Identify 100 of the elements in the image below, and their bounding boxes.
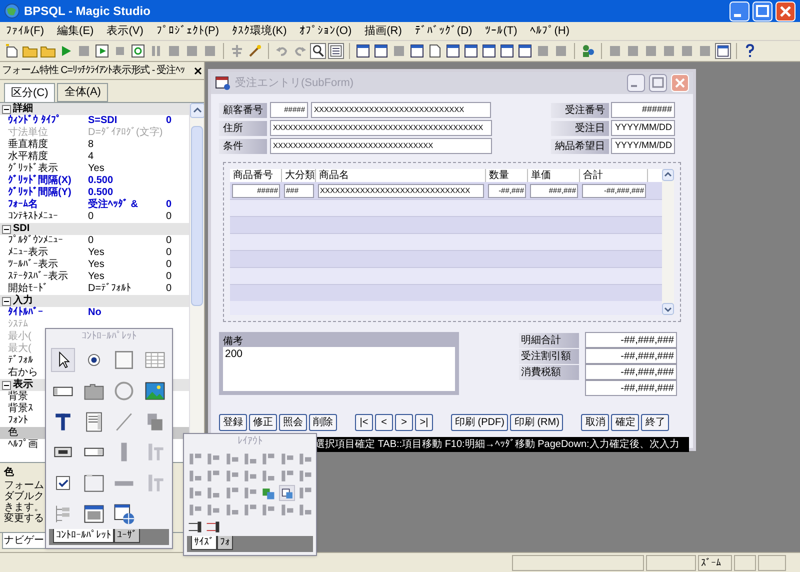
property-name[interactable]: ｺﾝﾃｷｽﾄﾒﾆｭｰ — [8, 211, 88, 223]
property-name[interactable]: ｳｨﾝﾄﾞｳ ﾀｲﾌﾟ — [8, 115, 88, 127]
menu-item[interactable]: ﾌﾟﾛｼﾞｪｸﾄ(P) — [154, 22, 222, 40]
input-field[interactable]: YYYY/MM/DD — [611, 138, 675, 154]
input-field[interactable]: -##,###,### — [585, 364, 677, 380]
scrollbar-thumb[interactable] — [191, 126, 203, 306]
new-document-icon[interactable] — [4, 43, 20, 59]
property-value: Yes — [88, 259, 106, 271]
input-field[interactable]: YYYY/MM/DD — [611, 120, 675, 136]
form-button[interactable]: 削除 — [309, 414, 337, 431]
field-label: 住所 — [219, 120, 267, 136]
window-icon[interactable] — [481, 43, 497, 59]
close-button[interactable] — [775, 0, 796, 22]
collapse-icon[interactable] — [2, 104, 11, 114]
form-button[interactable]: 確定 — [611, 414, 640, 431]
menu-item[interactable]: 表示(V) — [104, 22, 146, 40]
palette-tab[interactable]: ｻｲｽﾞ — [191, 536, 217, 550]
form-button[interactable]: >| — [415, 414, 433, 431]
minimize-button[interactable] — [627, 74, 645, 92]
property-name[interactable]: ｸﾞﾘｯﾄﾞ間隔(Y) — [8, 187, 88, 199]
panel-tab[interactable]: ナビゲー — [2, 533, 46, 549]
property-value: Yes — [88, 247, 106, 259]
palette-tab[interactable]: ﾌｫ — [217, 536, 233, 550]
form-button[interactable]: 取消 — [581, 414, 610, 431]
property-value: 8 — [88, 139, 95, 151]
window-icon[interactable] — [373, 43, 389, 59]
palette-tab[interactable]: ｺﾝﾄﾛｰﾙﾊﾟﾚｯﾄ — [53, 529, 114, 543]
menu-item[interactable]: ﾌｧｲﾙ(F) — [4, 22, 46, 40]
property-name[interactable]: 水平精度 — [8, 151, 88, 163]
window-icon[interactable] — [715, 43, 731, 59]
form-button[interactable]: > — [395, 414, 413, 431]
window-play-icon[interactable] — [94, 43, 110, 59]
input-field[interactable]: -##,###,### — [585, 348, 677, 364]
form-button[interactable]: |< — [355, 414, 373, 431]
distribute-icon[interactable] — [205, 519, 222, 536]
users-icon[interactable] — [580, 43, 596, 59]
form-button[interactable]: 印刷 (PDF) — [451, 414, 508, 431]
magnifier-icon[interactable] — [310, 43, 326, 59]
menu-item[interactable]: 描画(R) — [362, 22, 404, 40]
window-icon[interactable] — [499, 43, 515, 59]
panel-tab[interactable]: 区分(C) — [4, 83, 56, 102]
table-row[interactable] — [230, 250, 662, 267]
menu-item[interactable]: ﾃﾞﾊﾞｯｸﾞ(D) — [412, 22, 474, 40]
menu-item[interactable]: ﾀｽｸ環境(K) — [230, 22, 289, 40]
property-name[interactable]: ﾌｫｰﾑ名 — [8, 199, 88, 211]
window-icon[interactable] — [445, 43, 461, 59]
memo-field[interactable]: 200 — [223, 347, 455, 391]
web-window-icon[interactable] — [112, 502, 136, 526]
window-search-icon[interactable] — [130, 43, 146, 59]
pointer-icon[interactable] — [51, 348, 76, 372]
property-name[interactable]: ﾒﾆｭｰ表示 — [8, 247, 88, 259]
form-button[interactable]: < — [375, 414, 393, 431]
form-window-icon — [215, 75, 231, 91]
field-label: 受注日 — [551, 120, 609, 136]
form-button[interactable]: 修正 — [249, 414, 277, 431]
document-icon[interactable] — [427, 43, 443, 59]
close-icon[interactable] — [194, 66, 202, 74]
form-button[interactable]: 終了 — [641, 414, 670, 431]
panel-tab[interactable]: 全体(A) — [57, 83, 108, 102]
palette-tab[interactable]: ﾕｰｻﾞ — [114, 529, 140, 543]
form-button[interactable]: 照会 — [279, 414, 307, 431]
property-name[interactable]: ﾌﾟﾙﾀﾞｳﾝﾒﾆｭｰ — [8, 235, 88, 247]
input-field[interactable]: -##,###,### — [585, 332, 677, 348]
property-name[interactable]: ﾂｰﾙﾊﾞｰ表示 — [8, 259, 88, 271]
window-icon[interactable] — [463, 43, 479, 59]
collapse-icon[interactable] — [2, 224, 11, 234]
field-label: 顧客番号 — [219, 102, 267, 118]
distribute-icon[interactable] — [187, 519, 204, 536]
menu-item[interactable]: ﾍﾙﾌﾟ(H) — [528, 22, 572, 40]
input-field[interactable]: -##,###,### — [585, 380, 677, 396]
group-heading: 表示 — [13, 379, 33, 390]
form-button[interactable]: 登録 — [219, 414, 247, 431]
property-name[interactable]: ｸﾞﾘｯﾄﾞ間隔(X) — [8, 175, 88, 187]
window-icon[interactable] — [409, 43, 425, 59]
property-name[interactable]: 開始ﾓｰﾄﾞ — [8, 283, 88, 295]
property-name[interactable]: ﾀｲﾄﾙﾊﾞｰ — [8, 307, 88, 319]
property-name[interactable]: 垂直精度 — [8, 139, 88, 151]
palette-title: ｺﾝﾄﾛｰﾙﾊﾟﾚｯﾄ — [80, 330, 138, 344]
field-label: 納品希望日 — [551, 138, 609, 154]
property-value: 0 — [166, 235, 173, 247]
menu-item[interactable]: 編集(E) — [55, 22, 96, 40]
scrollbar[interactable] — [662, 169, 674, 315]
collapse-icon[interactable] — [2, 380, 11, 390]
form-button[interactable]: 印刷 (RM) — [510, 414, 564, 431]
maximize-button[interactable] — [649, 74, 667, 92]
wand-icon[interactable] — [247, 43, 263, 59]
table-row[interactable] — [230, 216, 662, 233]
list-icon[interactable] — [328, 43, 344, 59]
group-heading: SDI — [13, 223, 30, 234]
window-icon[interactable] — [355, 43, 371, 59]
menu-item[interactable]: ﾂｰﾙ(T) — [483, 22, 520, 40]
menu-item[interactable]: ｵﾌﾟｼｮﾝ(O) — [298, 22, 354, 40]
window-icon[interactable] — [517, 43, 533, 59]
property-name[interactable]: ｽﾃｰﾀｽﾊﾞｰ表示 — [8, 271, 88, 283]
globe-icon — [4, 3, 20, 19]
property-name[interactable]: ｸﾞﾘｯﾄﾞ表示 — [8, 163, 88, 175]
tree-icon[interactable] — [229, 43, 245, 59]
collapse-icon[interactable] — [2, 296, 11, 306]
input-field[interactable]: ###### — [611, 102, 675, 118]
scroll-up-arrow-icon[interactable] — [190, 103, 204, 118]
